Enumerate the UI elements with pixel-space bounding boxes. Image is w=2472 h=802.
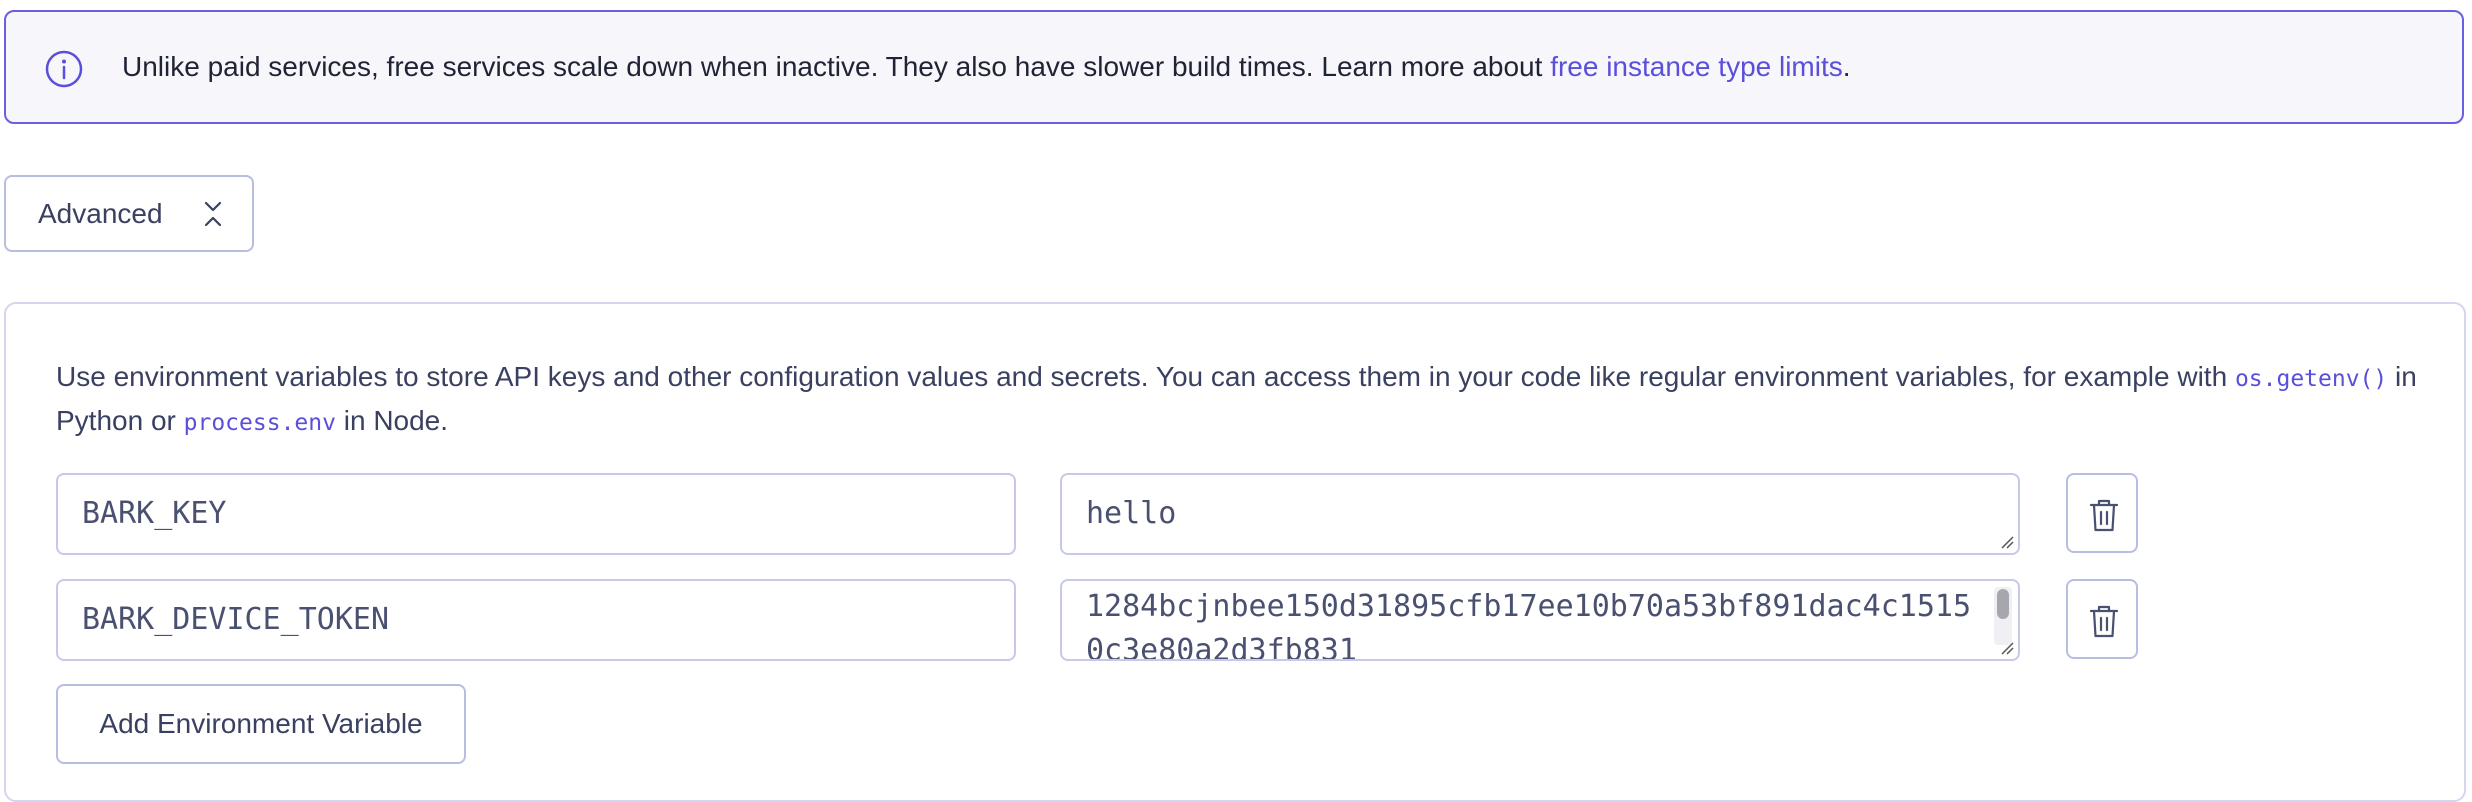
advanced-toggle-button[interactable]: Advanced <box>4 175 254 252</box>
env-value-text: 1284bcjnbee150d31895cfb17ee10b70a53bf891… <box>1086 589 1972 661</box>
trash-icon <box>2089 605 2119 638</box>
delete-variable-button[interactable] <box>2066 473 2138 553</box>
scrollbar-thumb[interactable] <box>1997 589 2009 619</box>
env-value-textarea[interactable]: 1284bcjnbee150d31895cfb17ee10b70a53bf891… <box>1060 579 2020 661</box>
banner-suffix: . <box>1842 51 1851 82</box>
env-vars-panel: Use environment variables to store API k… <box>4 302 2466 802</box>
banner-message: Unlike paid services, free services scal… <box>122 12 1851 122</box>
resize-handle-icon[interactable] <box>2000 641 2014 655</box>
env-vars-description: Use environment variables to store API k… <box>56 356 2426 444</box>
advanced-label: Advanced <box>38 198 163 229</box>
code-os-getenv: os.getenv() <box>2234 366 2388 392</box>
resize-handle-icon[interactable] <box>2000 535 2014 549</box>
env-key-value: BARK_DEVICE_TOKEN <box>82 602 390 637</box>
env-key-input[interactable]: BARK_DEVICE_TOKEN <box>56 579 1016 661</box>
info-icon <box>45 50 83 88</box>
desc-text-3: in Node. <box>335 405 449 436</box>
env-value-text: hello <box>1086 496 1177 531</box>
trash-icon <box>2089 499 2119 532</box>
free-instance-limits-link[interactable]: free instance type limits <box>1550 51 1843 82</box>
add-environment-variable-button[interactable]: Add Environment Variable <box>56 684 466 764</box>
banner-text: Unlike paid services, free services scal… <box>122 51 1551 82</box>
textarea-scrollbar[interactable] <box>1994 587 2012 645</box>
delete-variable-button[interactable] <box>2066 579 2138 659</box>
desc-text-1: Use environment variables to store API k… <box>56 361 2235 392</box>
chevrons-collapse-icon <box>204 201 222 227</box>
env-key-input[interactable]: BARK_KEY <box>56 473 1016 555</box>
info-banner: Unlike paid services, free services scal… <box>4 10 2464 124</box>
env-value-textarea[interactable]: hello <box>1060 473 2020 555</box>
env-key-value: BARK_KEY <box>82 496 227 531</box>
code-process-env: process.env <box>183 410 336 436</box>
